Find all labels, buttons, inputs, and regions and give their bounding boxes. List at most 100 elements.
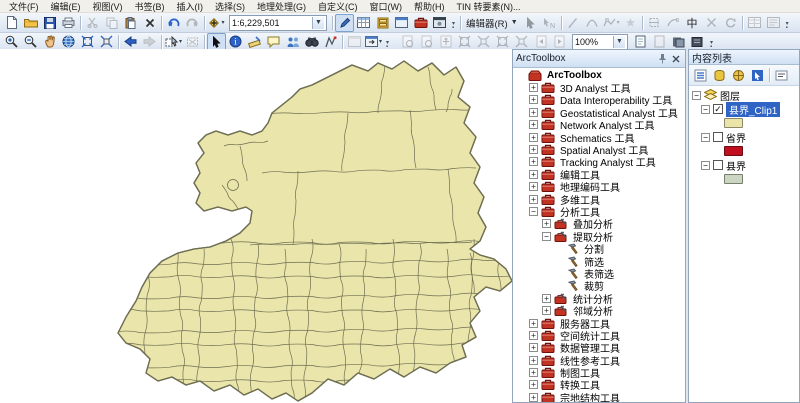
toolbar-overflow-icon[interactable]: ▾▪ bbox=[783, 14, 792, 32]
swatch-xianjie-clip1[interactable] bbox=[724, 118, 743, 128]
expand-icon[interactable]: + bbox=[529, 356, 538, 365]
editor-menu[interactable]: 编辑器(R)▼ bbox=[463, 16, 521, 30]
toolbar-overflow-icon[interactable]: ▾▪ bbox=[449, 14, 458, 32]
layer-visibility-checkbox[interactable] bbox=[713, 160, 723, 170]
menu-item-8[interactable]: 窗口(W) bbox=[364, 0, 409, 13]
expand-icon[interactable]: + bbox=[529, 195, 538, 204]
print-button[interactable] bbox=[59, 14, 78, 32]
list-by-source-button[interactable] bbox=[710, 66, 729, 84]
arctoolbox-button[interactable] bbox=[411, 14, 430, 32]
collapse-icon[interactable]: − bbox=[692, 91, 701, 100]
expand-icon[interactable]: + bbox=[529, 83, 538, 92]
hyperlink-button[interactable] bbox=[264, 33, 283, 51]
toolbox-item-26[interactable]: +宗地结构工具 bbox=[513, 391, 685, 402]
menu-item-4[interactable]: 插入(I) bbox=[171, 0, 210, 13]
measure-button[interactable] bbox=[245, 33, 264, 51]
list-by-selection-button[interactable] bbox=[748, 66, 767, 84]
menu-item-0[interactable]: 文件(F) bbox=[3, 0, 45, 13]
catalog-button[interactable] bbox=[373, 14, 392, 32]
swatch-shengjie[interactable] bbox=[689, 144, 799, 158]
menu-item-5[interactable]: 选择(S) bbox=[209, 0, 251, 13]
swatch-xianjie[interactable] bbox=[689, 172, 799, 186]
autohide-pin-icon[interactable] bbox=[656, 52, 669, 65]
new-map-button[interactable] bbox=[2, 14, 21, 32]
save-button[interactable] bbox=[40, 14, 59, 32]
close-panel-icon[interactable] bbox=[669, 52, 682, 65]
python-window-button[interactable] bbox=[430, 14, 449, 32]
zoom-in-button[interactable] bbox=[2, 33, 21, 51]
expand-icon[interactable]: + bbox=[529, 182, 538, 191]
page-zoom-combo[interactable]: 100%▼ bbox=[572, 34, 628, 50]
expand-icon[interactable]: + bbox=[529, 133, 538, 142]
collapse-icon[interactable]: − bbox=[542, 232, 551, 241]
expand-icon[interactable]: + bbox=[529, 368, 538, 377]
back-extent-button[interactable] bbox=[121, 33, 140, 51]
select-features-button[interactable]: ▾ bbox=[164, 33, 183, 51]
add-data-button[interactable]: ▾ bbox=[207, 14, 226, 32]
list-by-drawing-order-button[interactable] bbox=[691, 66, 710, 84]
search-window-button[interactable] bbox=[392, 14, 411, 32]
menu-item-1[interactable]: 编辑(E) bbox=[45, 0, 87, 13]
find-button[interactable] bbox=[302, 33, 321, 51]
magnifier-window-button[interactable]: ▾ bbox=[364, 33, 383, 51]
expand-icon[interactable]: + bbox=[529, 157, 538, 166]
toc-layer-shengjie[interactable]: − 省界 bbox=[689, 130, 799, 144]
toc-layer-xianjie-clip1[interactable]: −✓县界_Clip1 bbox=[689, 102, 799, 116]
menu-item-3[interactable]: 书签(B) bbox=[129, 0, 171, 13]
move-button[interactable]: 中 bbox=[683, 14, 702, 32]
collapse-icon[interactable]: − bbox=[701, 161, 710, 170]
expand-icon[interactable]: + bbox=[529, 95, 538, 104]
expand-icon[interactable]: + bbox=[542, 306, 551, 315]
undo-button[interactable] bbox=[164, 14, 183, 32]
collapse-icon[interactable]: − bbox=[529, 207, 538, 216]
expand-icon[interactable]: + bbox=[529, 393, 538, 402]
expand-icon[interactable]: + bbox=[529, 108, 538, 117]
page-zoom-combo-dropdown-icon[interactable]: ▼ bbox=[613, 36, 625, 48]
layer-name-label[interactable]: 省界 bbox=[726, 130, 746, 145]
fixed-zoom-out-button[interactable] bbox=[97, 33, 116, 51]
collapse-icon[interactable]: − bbox=[701, 133, 710, 142]
layer-name-label[interactable]: 县界_Clip1 bbox=[726, 102, 780, 117]
collapse-icon[interactable]: − bbox=[701, 105, 710, 114]
select-elements-button[interactable] bbox=[207, 33, 226, 51]
open-button[interactable] bbox=[21, 14, 40, 32]
pan-button[interactable] bbox=[40, 33, 59, 51]
menu-item-9[interactable]: 帮助(H) bbox=[408, 0, 451, 13]
layer-visibility-checkbox[interactable] bbox=[713, 132, 723, 142]
map-scale-combo-dropdown-icon[interactable]: ▼ bbox=[312, 17, 324, 29]
expand-icon[interactable]: + bbox=[542, 294, 551, 303]
paste-button[interactable] bbox=[121, 14, 140, 32]
toc-options-button[interactable] bbox=[772, 66, 791, 84]
expand-icon[interactable]: + bbox=[529, 170, 538, 179]
toc-layer-xianjie[interactable]: −县界 bbox=[689, 158, 799, 172]
expand-icon[interactable]: + bbox=[529, 319, 538, 328]
toc-window-button[interactable] bbox=[354, 14, 373, 32]
map-scale-combo[interactable]: 1:6,229,501▼ bbox=[229, 15, 327, 31]
menu-item-7[interactable]: 自定义(C) bbox=[312, 0, 364, 13]
data-driven-setup-button[interactable] bbox=[669, 33, 688, 51]
map-canvas[interactable] bbox=[0, 49, 512, 403]
toolbar-overflow-icon[interactable]: ▾▪ bbox=[707, 33, 716, 51]
swatch-xianjie-clip1[interactable] bbox=[689, 116, 799, 130]
layer-visibility-checkbox[interactable]: ✓ bbox=[713, 104, 723, 114]
expand-icon[interactable]: + bbox=[529, 145, 538, 154]
zoom-out-button[interactable] bbox=[21, 33, 40, 51]
expand-icon[interactable]: + bbox=[529, 331, 538, 340]
data-driven-pages-button[interactable] bbox=[688, 33, 707, 51]
full-extent-button[interactable] bbox=[59, 33, 78, 51]
expand-icon[interactable]: + bbox=[529, 120, 538, 129]
html-popup-button[interactable] bbox=[283, 33, 302, 51]
editor-toolbar-toggle[interactable] bbox=[335, 14, 354, 32]
identify-button[interactable]: i bbox=[226, 33, 245, 51]
delete-button[interactable] bbox=[140, 14, 159, 32]
toc-group-layers[interactable]: −图层 bbox=[689, 88, 799, 102]
find-route-button[interactable] bbox=[321, 33, 340, 51]
expand-icon[interactable]: + bbox=[529, 343, 538, 352]
menu-item-6[interactable]: 地理处理(G) bbox=[251, 0, 312, 13]
fixed-zoom-in-button[interactable] bbox=[78, 33, 97, 51]
swatch-xianjie[interactable] bbox=[724, 174, 743, 184]
toolbar-overflow-icon[interactable]: ▾▪ bbox=[383, 33, 392, 51]
expand-icon[interactable]: + bbox=[529, 380, 538, 389]
expand-icon[interactable]: + bbox=[542, 219, 551, 228]
toggle-draft-button[interactable] bbox=[631, 33, 650, 51]
